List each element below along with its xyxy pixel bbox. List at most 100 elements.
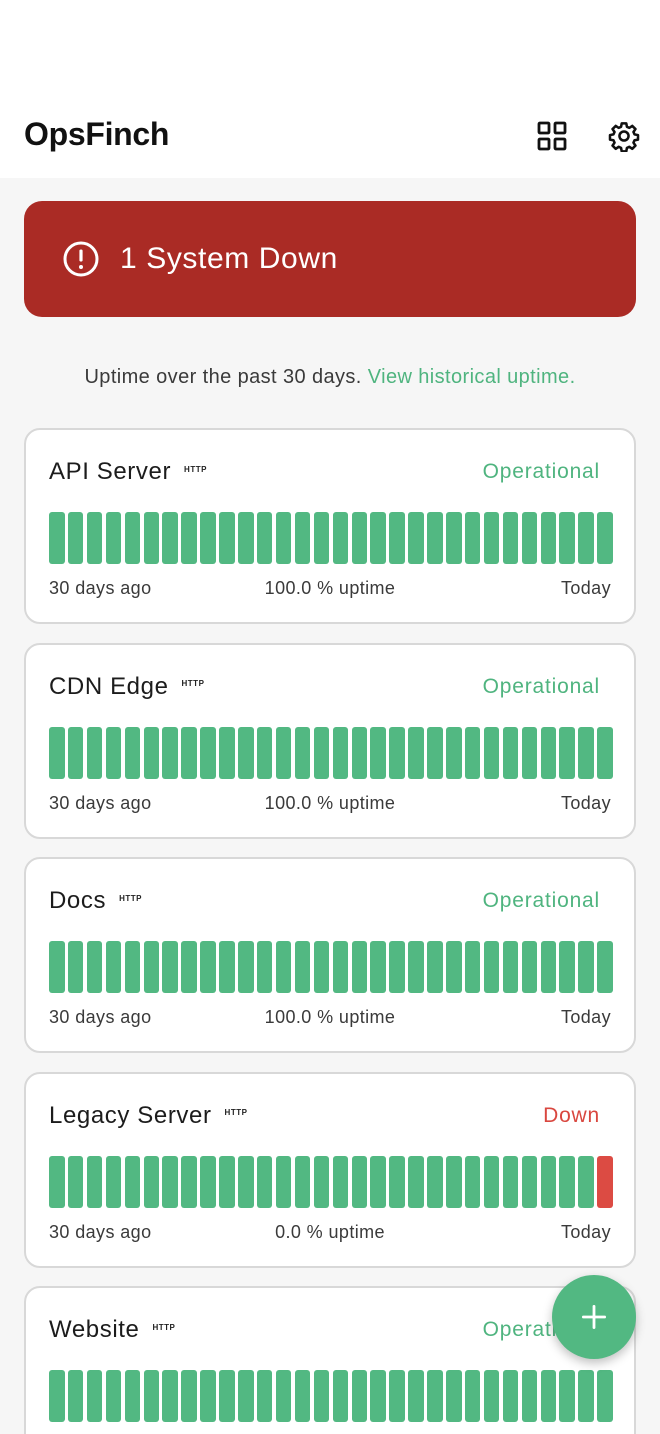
- uptime-day-bar[interactable]: [124, 512, 141, 564]
- systems-down-banner[interactable]: 1 System Down: [24, 201, 636, 317]
- uptime-day-bar[interactable]: [294, 1155, 311, 1208]
- uptime-day-bar[interactable]: [502, 726, 519, 779]
- uptime-day-bar[interactable]: [427, 1155, 443, 1208]
- uptime-day-bar[interactable]: [181, 512, 197, 564]
- uptime-day-bar[interactable]: [521, 941, 538, 993]
- uptime-day-bar[interactable]: [483, 1370, 500, 1422]
- uptime-day-bar[interactable]: [200, 726, 216, 779]
- uptime-day-bar[interactable]: [408, 1155, 424, 1208]
- uptime-day-bar[interactable]: [294, 512, 311, 564]
- uptime-day-bar[interactable]: [124, 726, 141, 779]
- uptime-day-bar[interactable]: [332, 1155, 349, 1208]
- uptime-day-bar[interactable]: [597, 512, 613, 564]
- uptime-day-bar[interactable]: [313, 1370, 330, 1422]
- uptime-day-bar[interactable]: [238, 1370, 254, 1422]
- uptime-day-bar[interactable]: [162, 1370, 178, 1422]
- uptime-day-bar[interactable]: [49, 512, 65, 564]
- uptime-day-bar[interactable]: [521, 726, 538, 779]
- uptime-day-bar[interactable]: [389, 1370, 405, 1422]
- historical-uptime-link[interactable]: View historical uptime.: [368, 366, 576, 388]
- uptime-day-bar[interactable]: [408, 726, 424, 779]
- uptime-day-bar[interactable]: [162, 726, 178, 779]
- uptime-day-bar[interactable]: [464, 1155, 481, 1208]
- monitor-card[interactable]: WebsiteHTTPOperational30 days ago100.0 %…: [24, 1286, 636, 1434]
- uptime-day-bar[interactable]: [105, 941, 122, 993]
- uptime-day-bar[interactable]: [446, 1155, 462, 1208]
- uptime-day-bar[interactable]: [389, 1155, 405, 1208]
- uptime-day-bar[interactable]: [578, 726, 594, 779]
- uptime-day-bar[interactable]: [105, 1155, 122, 1208]
- uptime-day-bar[interactable]: [540, 1370, 557, 1422]
- monitor-card[interactable]: CDN Edge HTTP Operational 30 days ago 100.0 …: [24, 642, 636, 839]
- uptime-day-bar[interactable]: [540, 726, 557, 779]
- uptime-day-bar[interactable]: [351, 512, 367, 564]
- uptime-day-bar[interactable]: [597, 1155, 613, 1208]
- uptime-day-bar[interactable]: [49, 726, 65, 779]
- uptime-day-bar[interactable]: [86, 1370, 103, 1422]
- uptime-day-bar[interactable]: [238, 941, 254, 993]
- uptime-day-bar[interactable]: [275, 512, 292, 564]
- uptime-day-bar[interactable]: [502, 512, 519, 564]
- uptime-day-bar[interactable]: [275, 941, 292, 993]
- uptime-day-bar[interactable]: [124, 941, 141, 993]
- uptime-day-bar[interactable]: [578, 1370, 594, 1422]
- uptime-day-bar[interactable]: [238, 512, 254, 564]
- uptime-day-bar[interactable]: [105, 1370, 122, 1422]
- uptime-day-bar[interactable]: [502, 1370, 519, 1422]
- uptime-day-bar[interactable]: [332, 726, 349, 779]
- uptime-day-bar[interactable]: [446, 726, 462, 779]
- uptime-day-bar[interactable]: [370, 726, 386, 779]
- uptime-day-bar[interactable]: [351, 726, 367, 779]
- uptime-day-bar[interactable]: [294, 726, 311, 779]
- uptime-day-bar[interactable]: [275, 726, 292, 779]
- uptime-day-bar[interactable]: [389, 726, 405, 779]
- uptime-day-bar[interactable]: [446, 512, 462, 564]
- uptime-day-bar[interactable]: [427, 726, 443, 779]
- uptime-day-bar[interactable]: [370, 512, 386, 564]
- uptime-day-bar[interactable]: [540, 941, 557, 993]
- uptime-day-bar[interactable]: [597, 1370, 613, 1422]
- uptime-day-bar[interactable]: [49, 1155, 65, 1208]
- uptime-day-bar[interactable]: [256, 726, 273, 779]
- uptime-day-bar[interactable]: [86, 941, 103, 993]
- uptime-day-bar[interactable]: [540, 1155, 557, 1208]
- uptime-day-bar[interactable]: [238, 1155, 254, 1208]
- uptime-day-bar[interactable]: [332, 941, 349, 993]
- uptime-day-bar[interactable]: [86, 726, 103, 779]
- uptime-day-bar[interactable]: [389, 512, 405, 564]
- uptime-day-bar[interactable]: [313, 512, 330, 564]
- uptime-day-bar[interactable]: [200, 941, 216, 993]
- uptime-day-bar[interactable]: [370, 1155, 386, 1208]
- uptime-day-bar[interactable]: [427, 1370, 443, 1422]
- uptime-day-bar[interactable]: [105, 726, 122, 779]
- uptime-day-bar[interactable]: [67, 726, 84, 779]
- uptime-day-bar[interactable]: [181, 941, 197, 993]
- uptime-day-bar[interactable]: [143, 941, 160, 993]
- uptime-day-bar[interactable]: [351, 1155, 367, 1208]
- monitor-card[interactable]: API Server HTTP Operational 30 days ago 100.…: [24, 428, 636, 624]
- layout-button[interactable]: [528, 112, 576, 160]
- uptime-day-bar[interactable]: [67, 1370, 84, 1422]
- uptime-day-bar[interactable]: [540, 512, 557, 564]
- uptime-day-bar[interactable]: [464, 941, 481, 993]
- uptime-day-bar[interactable]: [464, 1370, 481, 1422]
- uptime-day-bar[interactable]: [200, 512, 216, 564]
- uptime-day-bar[interactable]: [559, 941, 575, 993]
- uptime-day-bar[interactable]: [238, 726, 254, 779]
- uptime-day-bar[interactable]: [200, 1370, 216, 1422]
- uptime-day-bar[interactable]: [521, 1155, 538, 1208]
- uptime-day-bar[interactable]: [275, 1155, 292, 1208]
- uptime-day-bar[interactable]: [502, 941, 519, 993]
- uptime-day-bar[interactable]: [219, 512, 235, 564]
- uptime-day-bar[interactable]: [483, 512, 500, 564]
- uptime-day-bar[interactable]: [408, 512, 424, 564]
- uptime-day-bar[interactable]: [559, 1370, 575, 1422]
- uptime-day-bar[interactable]: [256, 1370, 273, 1422]
- uptime-day-bar[interactable]: [351, 1370, 367, 1422]
- uptime-day-bar[interactable]: [332, 1370, 349, 1422]
- uptime-day-bar[interactable]: [124, 1370, 141, 1422]
- uptime-day-bar[interactable]: [219, 1370, 235, 1422]
- uptime-day-bar[interactable]: [124, 1155, 141, 1208]
- uptime-day-bar[interactable]: [408, 941, 424, 993]
- uptime-day-bar[interactable]: [521, 1370, 538, 1422]
